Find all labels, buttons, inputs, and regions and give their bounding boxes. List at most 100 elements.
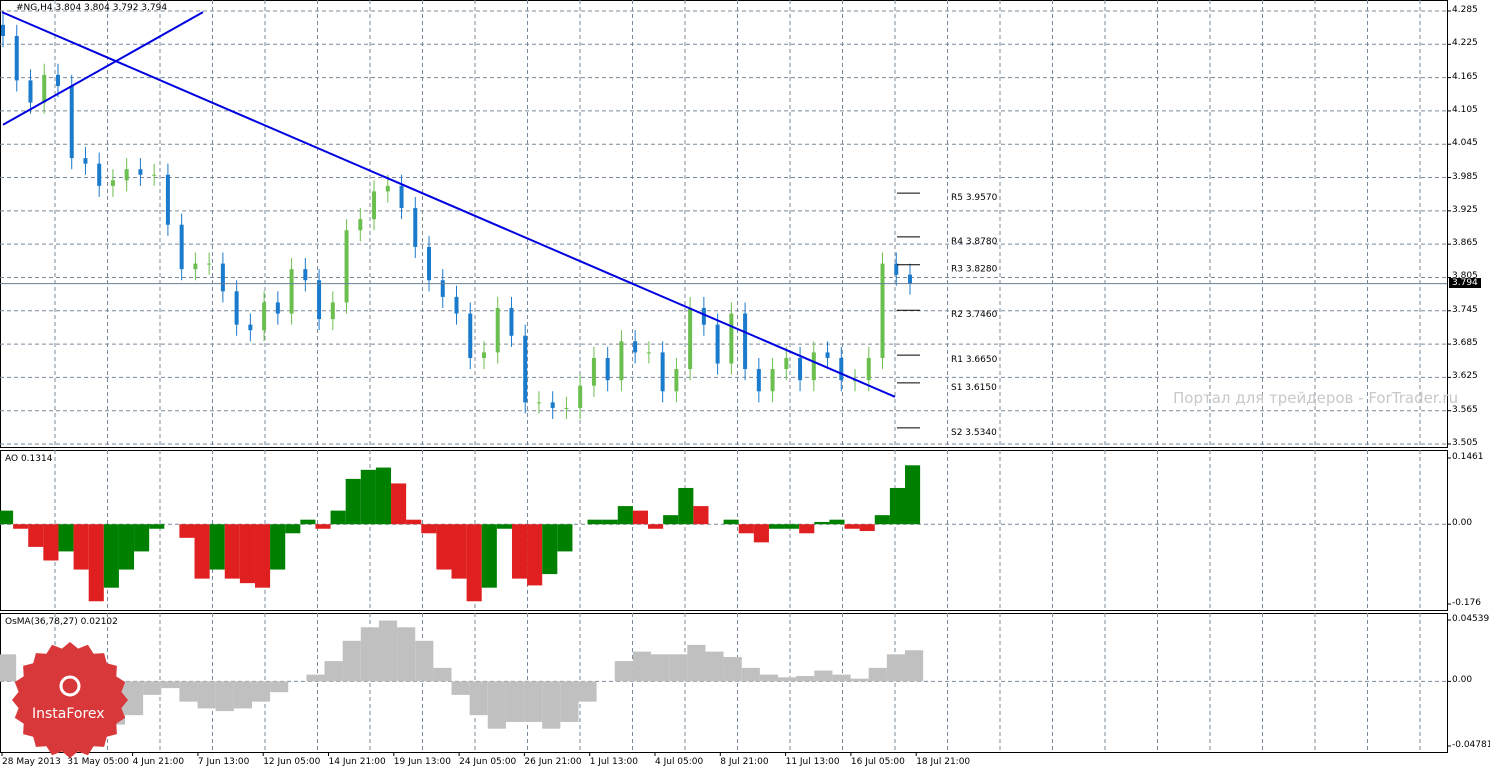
candle-body xyxy=(756,369,761,392)
ao-bar xyxy=(360,469,376,525)
candle-body xyxy=(468,313,473,358)
time-tick: 7 Jun 13:00 xyxy=(197,757,250,767)
candle-body xyxy=(591,357,596,386)
logo-text: InstaForex xyxy=(32,706,105,722)
osma-bar xyxy=(342,640,361,682)
candle-body xyxy=(69,85,74,159)
candle-body xyxy=(454,296,459,314)
osma-bar xyxy=(524,681,543,722)
time-tick: 4 Jul 05:00 xyxy=(655,757,704,767)
osma-bar xyxy=(397,627,416,682)
osma-tick: -0.04781 xyxy=(1452,740,1490,750)
candle-body xyxy=(811,352,816,381)
price-tick: 4.225 xyxy=(1452,38,1478,49)
ao-label: AO 0.1314 xyxy=(5,454,53,464)
ao-bar xyxy=(466,524,482,602)
ao-bar xyxy=(0,510,14,525)
price-tick: 3.805 xyxy=(1452,271,1478,282)
ao-bar xyxy=(375,467,392,525)
pivot-label: R2 3.7460 xyxy=(951,310,998,320)
ao-bar xyxy=(602,519,618,525)
price-tick: 4.045 xyxy=(1452,138,1478,149)
candle-body xyxy=(55,74,60,86)
trendline-up xyxy=(2,11,204,126)
candle-body xyxy=(372,191,377,220)
ao-bar xyxy=(209,524,225,570)
candle-body xyxy=(646,352,651,354)
price-tick: 4.165 xyxy=(1452,71,1478,82)
osma-bar xyxy=(215,681,234,712)
osma-bar xyxy=(669,654,688,682)
osma-bar xyxy=(197,681,216,709)
ao-bar xyxy=(315,524,331,529)
ao-bar xyxy=(738,524,754,534)
ao-bar xyxy=(28,524,44,547)
osma-bar xyxy=(560,681,579,722)
candle-body xyxy=(303,269,308,281)
price-tick: 3.625 xyxy=(1452,371,1478,382)
osma-bar xyxy=(886,654,905,682)
price-tick: 3.505 xyxy=(1452,438,1478,448)
ao-bar xyxy=(784,524,800,529)
pivot-label: R1 3.6650 xyxy=(951,355,998,365)
osma-bar xyxy=(143,681,162,695)
osma-bar xyxy=(378,620,398,682)
ao-tick: 0.1461 xyxy=(1452,452,1484,462)
candle-body xyxy=(660,352,665,392)
osma-bar xyxy=(415,640,434,682)
osma-bar xyxy=(251,681,271,702)
osma-bar xyxy=(759,674,779,682)
ao-bar xyxy=(587,519,603,525)
time-tick: 11 Jul 13:00 xyxy=(785,757,840,767)
osma-tick: 0.00 xyxy=(1452,675,1473,686)
candle-body xyxy=(207,263,212,265)
time-tick: 14 Jun 21:00 xyxy=(328,757,386,767)
price-tick: 3.745 xyxy=(1452,304,1478,315)
candle-body xyxy=(605,357,610,381)
osma-bar xyxy=(360,627,379,682)
ao-bar xyxy=(648,524,664,529)
osma-bar xyxy=(161,681,180,689)
candle-body xyxy=(358,219,363,231)
time-tick: 18 Jul 21:00 xyxy=(916,757,971,767)
chart-title: #NG,H4 3.804 3.804 3.792 3.794 xyxy=(16,3,168,13)
ao-bar xyxy=(254,524,271,588)
candle-body xyxy=(42,74,47,103)
osma-bar xyxy=(306,674,325,682)
candle-body xyxy=(784,357,789,370)
ao-bar xyxy=(88,524,104,602)
candle-body xyxy=(770,369,775,392)
candle-body xyxy=(317,280,322,320)
osma-bar xyxy=(469,681,488,716)
candle-body xyxy=(688,307,693,370)
time-tick: 1 Jul 13:00 xyxy=(589,757,638,767)
candle-body xyxy=(825,352,830,358)
osma-bar xyxy=(741,667,760,682)
ao-bar xyxy=(330,510,346,525)
osma-bar xyxy=(542,681,561,729)
candle-body xyxy=(550,402,555,408)
ao-bar xyxy=(285,524,301,534)
osma-bar xyxy=(832,674,851,682)
candle-body xyxy=(894,263,899,275)
ao-bar xyxy=(270,524,286,570)
osma-bar xyxy=(487,681,506,729)
ao-bar xyxy=(527,524,543,586)
osma-bar xyxy=(233,681,252,709)
logo-star xyxy=(12,642,128,758)
ao-bar xyxy=(73,524,89,570)
time-tick: 28 May 2013 xyxy=(2,757,61,767)
ao-tick: -0.176 xyxy=(1452,598,1482,608)
osma-bar xyxy=(723,657,742,682)
time-tick: 4 Jun 21:00 xyxy=(132,757,185,767)
candle-body xyxy=(743,313,748,370)
ao-bar xyxy=(829,519,845,525)
candle-body xyxy=(674,369,679,392)
pivot-label: S1 3.6150 xyxy=(951,383,997,393)
chart-canvas[interactable]: R5 3.9570 R4 3.8780 R3 3.8280 R2 3.7460 R1 3… xyxy=(0,0,1490,773)
ao-bar xyxy=(421,524,437,534)
candle-body xyxy=(275,302,280,314)
candle-body xyxy=(179,224,184,270)
candle-body xyxy=(715,324,720,364)
ao-bar xyxy=(905,465,921,525)
